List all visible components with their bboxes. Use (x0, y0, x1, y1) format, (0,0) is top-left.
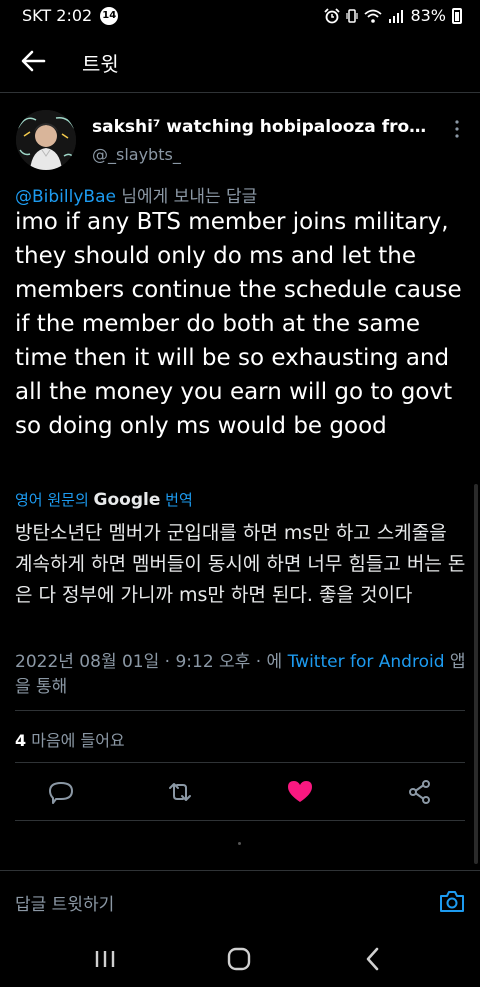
translate-prefix: 영어 원문의 (15, 491, 94, 509)
google-brand: Google (93, 490, 161, 510)
system-nav-bar (0, 930, 480, 987)
likes-divider (15, 762, 465, 763)
tweet-meta: 2022년 08월 01일 · 9:12 오후 · 에 Twitter for … (15, 650, 470, 700)
battery-icon (452, 7, 462, 24)
retweet-icon[interactable] (166, 778, 194, 806)
app-header: 트윗 (0, 32, 480, 90)
arrow-left-icon[interactable] (20, 48, 46, 74)
avatar-image (16, 110, 76, 170)
notification-count-badge: 14 (100, 6, 119, 25)
heart-icon[interactable] (286, 778, 314, 806)
share-icon[interactable] (406, 778, 434, 806)
battery-percent: 83% (410, 6, 446, 25)
home-icon[interactable] (224, 944, 254, 974)
recent-apps-icon[interactable] (90, 944, 120, 974)
reply-box-divider (0, 870, 480, 871)
faint-dot (238, 842, 241, 845)
meta-divider (15, 710, 465, 711)
actions-divider (15, 820, 465, 821)
reply-input[interactable]: 답글 트윗하기 (15, 890, 114, 915)
back-nav-icon[interactable] (358, 944, 388, 974)
alarm-icon (324, 7, 341, 23)
tweet-date: 2022년 08월 01일 · 9:12 오후 · 에 (15, 652, 288, 672)
author-handle[interactable]: @_slaybts_ (92, 145, 181, 164)
camera-icon[interactable] (438, 888, 466, 914)
status-left: SKT 2:02 14 (22, 6, 119, 25)
vibrate-icon (346, 8, 359, 23)
page-title: 트윗 (82, 52, 119, 76)
avatar[interactable] (16, 110, 76, 170)
likes-link[interactable]: 4 마음에 들어요 (15, 727, 125, 751)
replying-to: @BibillyBae 님에게 보내는 답글 (15, 182, 257, 207)
status-bar: SKT 2:02 14 83% (0, 0, 480, 32)
reply-to-mention[interactable]: @BibillyBae (15, 187, 116, 207)
carrier-time: SKT 2:02 (22, 6, 93, 25)
header-divider (0, 92, 480, 93)
scrollbar[interactable] (474, 484, 478, 864)
wifi-icon (364, 9, 383, 23)
translation-attribution[interactable]: 영어 원문의 Google 번역 (15, 489, 193, 510)
tweet-text: imo if any BTS member joins military, th… (15, 209, 462, 439)
translated-text: 방탄소년단 멤버가 군입대를 하면 ms만 하고 스케줄을 계속하게 하면 멤버… (15, 522, 466, 606)
translate-suffix: 번역 (160, 491, 193, 509)
likes-label: 마음에 들어요 (26, 731, 125, 750)
reply-icon[interactable] (47, 778, 75, 806)
likes-count: 4 (15, 731, 27, 750)
status-right: 83% (324, 6, 462, 25)
author-name[interactable]: sakshi⁷ watching hobipalooza from h... (92, 117, 432, 137)
signal-icon (389, 9, 404, 23)
tweet-client[interactable]: Twitter for Android (288, 652, 445, 672)
more-vertical-icon[interactable] (450, 118, 464, 140)
reply-to-suffix: 님에게 보내는 답글 (115, 187, 258, 207)
